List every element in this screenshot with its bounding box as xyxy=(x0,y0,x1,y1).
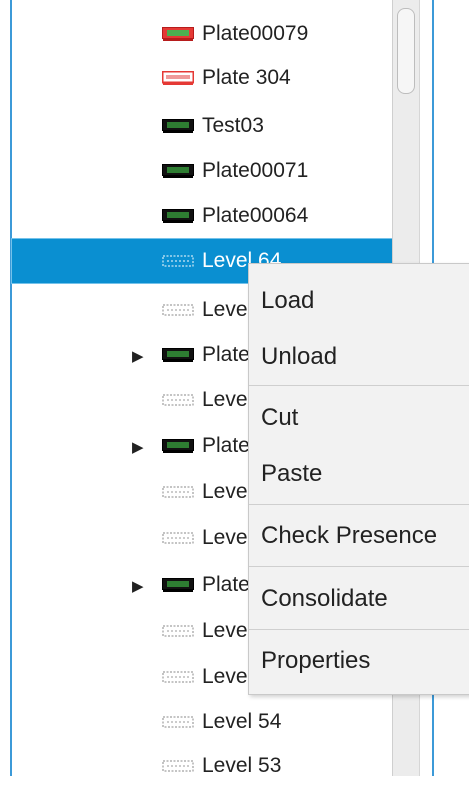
tree-row[interactable]: Plate00064 xyxy=(12,194,392,238)
menu-item-load[interactable]: Load xyxy=(249,272,469,330)
menu-item-label: Consolidate xyxy=(261,585,388,612)
tree-row[interactable]: Plate00079 xyxy=(12,12,392,56)
tree-row[interactable]: Level 53 xyxy=(12,744,392,788)
green-plate-icon xyxy=(162,439,194,453)
menu-item-label: Load xyxy=(261,287,315,314)
level-icon xyxy=(162,671,194,683)
menu-item-label: Unload xyxy=(261,343,338,370)
tree-row-label: Plate 304 xyxy=(202,66,291,89)
menu-separator xyxy=(249,629,469,630)
level-icon xyxy=(162,625,194,637)
menu-separator xyxy=(249,385,469,386)
tree-row-label: Level 54 xyxy=(202,710,282,733)
menu-item-paste[interactable]: Paste xyxy=(249,445,469,503)
menu-item-consolidate[interactable]: Consolidate xyxy=(249,570,469,628)
expand-arrow-icon[interactable]: ▶ xyxy=(132,347,144,365)
menu-item-properties[interactable]: Properties xyxy=(249,632,469,690)
red-plate-icon xyxy=(162,27,194,41)
level-icon xyxy=(162,760,194,772)
context-menu: Load Unload Cut Paste Check Presence Con… xyxy=(248,263,469,695)
green-plate-icon xyxy=(162,164,194,178)
tree-row-label: Plate00064 xyxy=(202,204,309,227)
tree-row-label: Test03 xyxy=(202,114,264,137)
tree-row[interactable]: Test03 xyxy=(12,104,392,148)
tree-row[interactable]: Level 54 xyxy=(12,700,392,744)
menu-item-unload[interactable]: Unload xyxy=(249,328,469,386)
scrollbar-thumb[interactable] xyxy=(397,8,415,94)
expand-arrow-icon[interactable]: ▶ xyxy=(132,577,144,595)
green-plate-icon xyxy=(162,209,194,223)
green-plate-icon xyxy=(162,578,194,592)
menu-separator xyxy=(249,504,469,505)
green-plate-icon xyxy=(162,348,194,362)
level-icon xyxy=(162,255,194,267)
menu-item-label: Check Presence xyxy=(261,522,438,549)
level-icon xyxy=(162,716,194,728)
menu-item-label: Paste xyxy=(261,460,323,487)
menu-separator xyxy=(249,566,469,567)
menu-item-check-presence[interactable]: Check Presence xyxy=(249,507,469,565)
level-icon xyxy=(162,304,194,316)
level-icon xyxy=(162,532,194,544)
expand-arrow-icon[interactable]: ▶ xyxy=(132,438,144,456)
tree-row-label: Level 53 xyxy=(202,754,282,777)
level-icon xyxy=(162,394,194,406)
red-empty-plate-icon xyxy=(162,71,194,85)
menu-item-label: Cut xyxy=(261,404,299,431)
menu-item-cut[interactable]: Cut xyxy=(249,389,469,447)
menu-item-label: Properties xyxy=(261,647,371,674)
tree-row-label: Plate00071 xyxy=(202,159,309,182)
green-plate-icon xyxy=(162,119,194,133)
tree-row[interactable]: Plate00071 xyxy=(12,149,392,193)
tree-row[interactable]: Plate 304 xyxy=(12,56,392,100)
tree-row-label: Plate00079 xyxy=(202,22,309,45)
level-icon xyxy=(162,486,194,498)
